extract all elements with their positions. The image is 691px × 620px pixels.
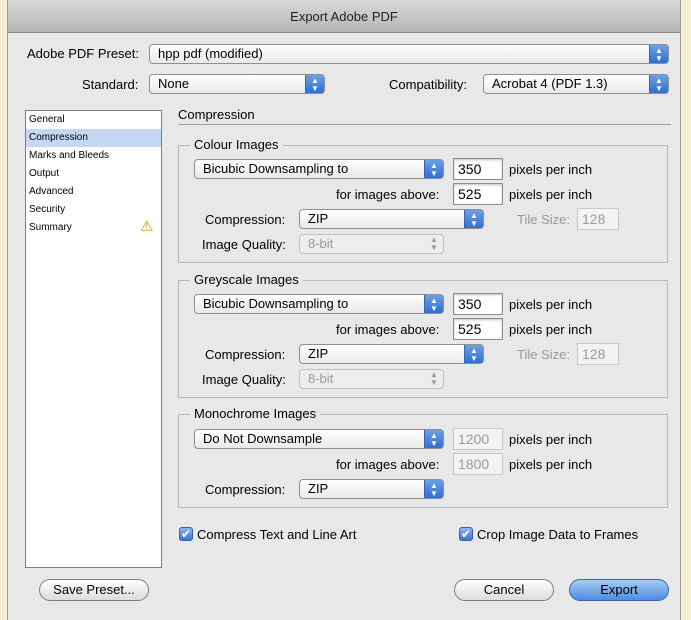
mono-above-label: for images above: (336, 457, 440, 472)
grey-tile-field[interactable]: 128 (577, 343, 619, 365)
popup-arrows-icon: ▲ ▼ (430, 370, 438, 387)
colour-ppi-field[interactable]: 350 (453, 158, 503, 180)
popup-arrows-icon: ▲ ▼ (649, 45, 668, 63)
monochrome-images-title: Monochrome Images (190, 406, 321, 421)
colour-quality-label: Image Quality: (202, 237, 286, 252)
compatibility-label: Compatibility: (389, 77, 468, 92)
colour-above-field[interactable]: 525 (453, 183, 503, 205)
colour-quality-select[interactable]: 8-bit ▲ ▼ (299, 234, 444, 254)
cancel-button[interactable]: Cancel (454, 579, 554, 601)
standard-value: None (158, 76, 190, 91)
popup-arrows-icon: ▲ ▼ (464, 210, 483, 228)
grey-downsample-select[interactable]: Bicubic Downsampling to ▲ ▼ (194, 294, 444, 314)
colour-downsample-select[interactable]: Bicubic Downsampling to ▲ ▼ (194, 159, 444, 179)
popup-arrows-icon: ▲ ▼ (430, 235, 438, 252)
greyscale-images-title: Greyscale Images (190, 272, 303, 287)
popup-arrows-icon: ▲ ▼ (464, 345, 483, 363)
grey-above-unit: pixels per inch (509, 322, 593, 337)
sidebar-item-advanced[interactable]: Advanced (26, 183, 161, 201)
popup-arrows-icon: ▲ ▼ (305, 75, 324, 93)
colour-tile-field[interactable]: 128 (577, 208, 619, 230)
sidebar-item-compression[interactable]: Compression (26, 129, 161, 147)
section-divider (178, 124, 671, 125)
preset-label: Adobe PDF Preset: (27, 46, 139, 61)
grey-downsample-value: Bicubic Downsampling to (203, 296, 349, 311)
sidebar-item-label: Compression (29, 132, 88, 143)
sidebar-item-summary[interactable]: Summary ⚠ (26, 218, 161, 237)
grey-above-label: for images above: (336, 322, 440, 337)
save-preset-button[interactable]: Save Preset... (39, 579, 149, 601)
colour-compression-select[interactable]: ZIP ▲ ▼ (299, 209, 484, 229)
colour-images-title: Colour Images (190, 137, 283, 152)
sidebar-item-general[interactable]: General (26, 111, 161, 129)
colour-downsample-value: Bicubic Downsampling to (203, 161, 349, 176)
mono-ppi-field[interactable]: 1200 (453, 428, 503, 450)
warning-icon: ⚠ (140, 218, 154, 235)
mono-downsample-select[interactable]: Do Not Downsample ▲ ▼ (194, 429, 444, 449)
sidebar-item-output[interactable]: Output (26, 165, 161, 183)
standard-label: Standard: (82, 77, 139, 92)
colour-ppi-unit: pixels per inch (509, 162, 593, 177)
grey-tile-label: Tile Size: (517, 347, 570, 362)
standard-select[interactable]: None ▲ ▼ (149, 74, 325, 94)
sidebar-item-marks-and-bleeds[interactable]: Marks and Bleeds (26, 147, 161, 165)
colour-compression-value: ZIP (308, 211, 329, 226)
popup-arrows-icon: ▲ ▼ (649, 75, 668, 93)
sidebar-item-label: Security (29, 204, 66, 215)
sidebar-item-label: Advanced (29, 186, 74, 197)
sidebar-item-label: Output (29, 168, 60, 179)
mono-ppi-unit: pixels per inch (509, 432, 593, 447)
mono-above-field[interactable]: 1800 (453, 453, 503, 475)
dialog-title: Export Adobe PDF (8, 0, 680, 33)
popup-arrows-icon: ▲ ▼ (424, 295, 443, 313)
colour-tile-label: Tile Size: (517, 212, 570, 227)
grey-ppi-unit: pixels per inch (509, 297, 593, 312)
sidebar-item-security[interactable]: Security (26, 201, 161, 219)
grey-quality-label: Image Quality: (202, 372, 286, 387)
checkmark-icon: ✔ (460, 527, 472, 541)
sidebar-item-label: Summary (29, 222, 72, 233)
compress-text-label: Compress Text and Line Art (197, 527, 357, 542)
colour-quality-value: 8-bit (308, 236, 334, 251)
grey-quality-select[interactable]: 8-bit ▲ ▼ (299, 369, 444, 389)
popup-arrows-icon: ▲ ▼ (424, 430, 443, 448)
grey-ppi-field[interactable]: 350 (453, 293, 503, 315)
mono-above-unit: pixels per inch (509, 457, 593, 472)
mono-compression-select[interactable]: ZIP ▲ ▼ (299, 479, 444, 499)
category-list: General Compression Marks and Bleeds Out… (25, 110, 162, 568)
grey-compression-value: ZIP (308, 346, 329, 361)
colour-above-unit: pixels per inch (509, 187, 593, 202)
mono-downsample-value: Do Not Downsample (203, 431, 323, 446)
grey-compression-label: Compression: (205, 347, 286, 362)
mono-compression-value: ZIP (308, 481, 329, 496)
sidebar-item-label: Marks and Bleeds (29, 150, 110, 161)
grey-above-field[interactable]: 525 (453, 318, 503, 340)
compatibility-select[interactable]: Acrobat 4 (PDF 1.3) ▲ ▼ (483, 74, 669, 94)
colour-above-label: for images above: (336, 187, 440, 202)
section-title: Compression (178, 107, 255, 122)
popup-arrows-icon: ▲ ▼ (424, 160, 443, 178)
grey-quality-value: 8-bit (308, 371, 334, 386)
compress-text-checkbox[interactable]: ✔ (179, 527, 193, 541)
export-dialog: Export Adobe PDF Adobe PDF Preset: hpp p… (7, 0, 681, 620)
preset-value: hpp pdf (modified) (158, 46, 263, 61)
popup-arrows-icon: ▲ ▼ (424, 480, 443, 498)
crop-image-checkbox[interactable]: ✔ (459, 527, 473, 541)
grey-compression-select[interactable]: ZIP ▲ ▼ (299, 344, 484, 364)
mono-compression-label: Compression: (205, 482, 286, 497)
colour-compression-label: Compression: (205, 212, 286, 227)
preset-select[interactable]: hpp pdf (modified) ▲ ▼ (149, 44, 669, 64)
checkmark-icon: ✔ (180, 527, 192, 541)
export-button[interactable]: Export (569, 579, 669, 601)
sidebar-item-label: General (29, 114, 65, 125)
crop-image-label: Crop Image Data to Frames (477, 527, 639, 542)
compatibility-value: Acrobat 4 (PDF 1.3) (492, 76, 608, 91)
